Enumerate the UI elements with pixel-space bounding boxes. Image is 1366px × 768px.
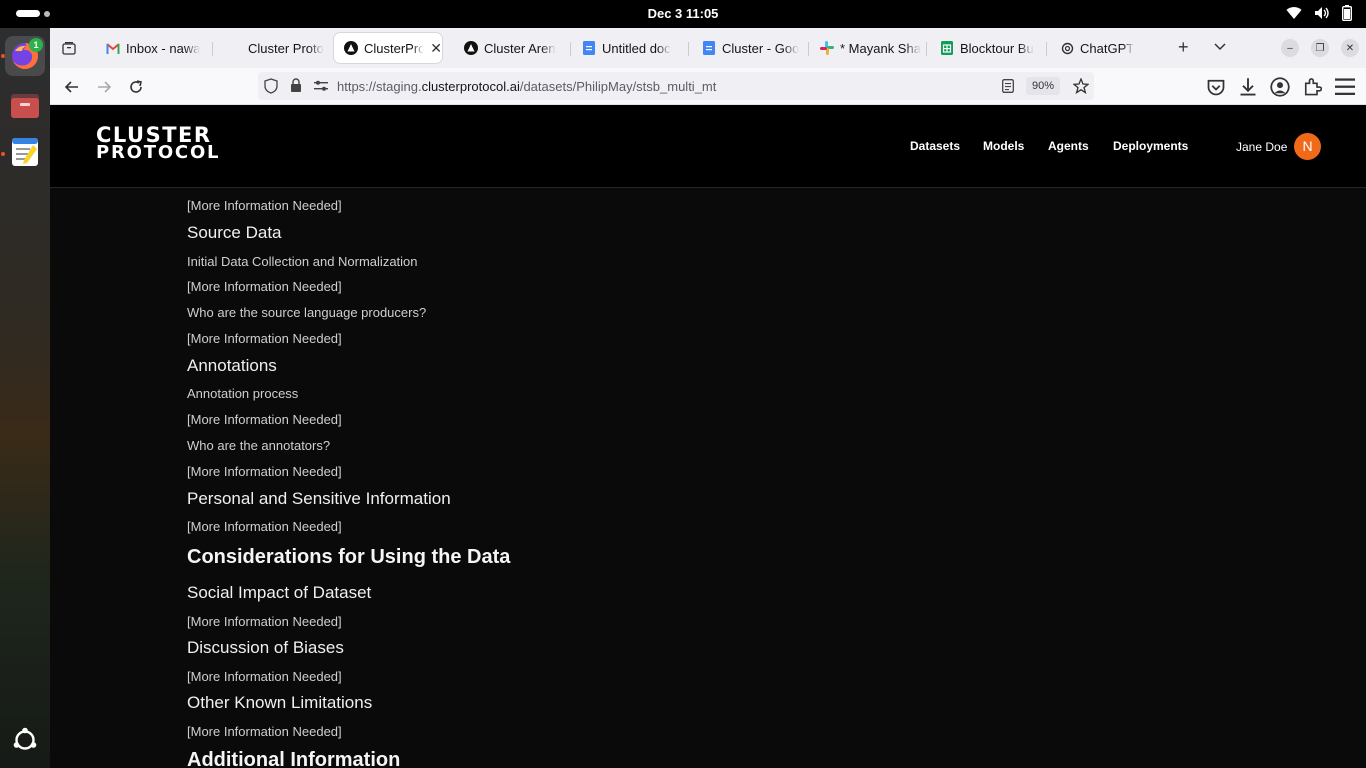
nav-models-link[interactable]: Models — [983, 139, 1024, 153]
running-indicator — [1, 152, 5, 156]
paragraph: [More Information Needed] — [187, 519, 342, 534]
web-page: CLUSTER PROTOCOL Datasets Models Agents … — [50, 105, 1366, 768]
cluster-icon — [228, 41, 242, 55]
back-arrow-icon[interactable] — [62, 77, 82, 97]
restore-window-button[interactable]: ❐ — [1311, 39, 1329, 57]
new-tab-plus-icon[interactable]: + — [1178, 37, 1189, 58]
site-header: CLUSTER PROTOCOL Datasets Models Agents … — [50, 105, 1366, 188]
account-icon[interactable] — [1270, 77, 1290, 97]
text-editor-icon — [12, 138, 38, 166]
paragraph: [More Information Needed] — [187, 669, 342, 684]
firefox-launcher[interactable]: 1 — [5, 36, 45, 76]
tab-cluster-arena[interactable]: Cluster Aren — [454, 33, 564, 63]
tab-overview-icon[interactable] — [62, 41, 76, 55]
heading-additional-info: Additional Information — [187, 749, 401, 768]
close-tab-icon[interactable]: ✕ — [430, 40, 442, 57]
tab-blocktour[interactable]: Blocktour Bu — [930, 33, 1042, 63]
system-tray[interactable] — [1286, 5, 1352, 21]
google-docs-icon — [702, 41, 716, 55]
cluster-icon — [344, 41, 358, 55]
google-docs-icon — [582, 41, 596, 55]
system-clock[interactable]: Dec 3 11:05 — [0, 6, 1366, 21]
tab-slack[interactable]: * Mayank Sha — [810, 33, 922, 63]
subheading: Who are the source language producers? — [187, 305, 427, 320]
lock-icon[interactable] — [290, 78, 302, 93]
heading-considerations: Considerations for Using the Data — [187, 546, 511, 568]
wifi-icon — [1286, 7, 1302, 20]
running-indicator — [1, 54, 5, 58]
subheading: Who are the annotators? — [187, 438, 331, 453]
system-top-bar: Dec 3 11:05 — [0, 0, 1366, 28]
tab-untitled-doc[interactable]: Untitled doc — [572, 33, 684, 63]
google-sheets-icon — [940, 41, 954, 55]
subheading: Initial Data Collection and Normalizatio… — [187, 254, 418, 269]
pocket-icon[interactable] — [1206, 77, 1226, 97]
paragraph: [More Information Needed] — [187, 412, 342, 427]
nav-deployments-link[interactable]: Deployments — [1113, 139, 1188, 153]
tab-inbox[interactable]: Inbox - nawa — [96, 33, 206, 63]
user-name[interactable]: Jane Doe — [1236, 140, 1287, 154]
files-icon — [11, 94, 39, 118]
cluster-protocol-logo[interactable]: CLUSTER PROTOCOL — [96, 125, 220, 162]
forward-arrow-icon[interactable] — [94, 77, 114, 97]
heading-biases: Discussion of Biases — [187, 638, 344, 657]
paragraph: [More Information Needed] — [187, 198, 342, 213]
nav-agents-link[interactable]: Agents — [1048, 139, 1089, 153]
heading-source-data: Source Data — [187, 223, 282, 242]
bookmark-star-icon[interactable] — [1073, 78, 1089, 94]
page-permissions-icon[interactable] — [314, 80, 328, 92]
tab-chatgpt[interactable]: ChatGPT — [1050, 33, 1162, 63]
downloads-icon[interactable] — [1238, 77, 1258, 97]
paragraph: [More Information Needed] — [187, 279, 342, 294]
close-window-button[interactable]: ✕ — [1341, 39, 1359, 57]
browser-navigation-bar: https://staging.clusterprotocol.ai/datas… — [50, 68, 1366, 105]
tracking-shield-icon[interactable] — [264, 78, 278, 94]
paragraph: [More Information Needed] — [187, 331, 342, 346]
ubuntu-grid-icon — [13, 727, 37, 750]
battery-icon — [1342, 5, 1352, 21]
tab-cluster-google-doc[interactable]: Cluster - Goo — [692, 33, 804, 63]
reload-icon[interactable] — [126, 77, 146, 97]
nav-datasets-link[interactable]: Datasets — [910, 139, 960, 153]
paragraph: [More Information Needed] — [187, 614, 342, 629]
paragraph: [More Information Needed] — [187, 724, 342, 739]
url-text[interactable]: https://staging.clusterprotocol.ai/datas… — [337, 79, 716, 94]
cluster-icon — [464, 41, 478, 55]
slack-icon — [820, 41, 834, 55]
heading-annotations: Annotations — [187, 356, 277, 375]
browser-tab-strip: Inbox - nawa Cluster Proto ClusterPro ✕ … — [50, 28, 1366, 68]
notification-badge: 1 — [29, 38, 43, 52]
text-editor-launcher[interactable] — [5, 132, 45, 172]
ubuntu-dock: 1 — [0, 28, 50, 768]
heading-social-impact: Social Impact of Dataset — [187, 583, 372, 602]
heading-personal-info: Personal and Sensitive Information — [187, 489, 451, 508]
user-avatar[interactable]: N — [1294, 133, 1321, 160]
hamburger-menu-icon[interactable] — [1335, 77, 1355, 97]
minimize-window-button[interactable]: – — [1281, 39, 1299, 57]
gmail-icon — [106, 41, 120, 55]
reader-view-icon[interactable] — [1002, 79, 1014, 93]
files-launcher[interactable] — [5, 85, 45, 125]
url-bar[interactable]: https://staging.clusterprotocol.ai/datas… — [258, 72, 1094, 100]
volume-icon — [1315, 7, 1329, 19]
tab-cluster-proto[interactable]: Cluster Proto — [218, 33, 330, 63]
list-tabs-chevron-icon[interactable] — [1214, 43, 1226, 51]
heading-limitations: Other Known Limitations — [187, 693, 373, 712]
extensions-icon[interactable] — [1302, 77, 1322, 97]
show-apps-button[interactable] — [5, 720, 45, 760]
paragraph: [More Information Needed] — [187, 464, 342, 479]
subheading: Annotation process — [187, 386, 299, 401]
chatgpt-icon — [1060, 41, 1074, 55]
tab-clusterpro-active[interactable]: ClusterPro ✕ — [334, 33, 442, 63]
zoom-level-button[interactable]: 90% — [1026, 77, 1060, 95]
